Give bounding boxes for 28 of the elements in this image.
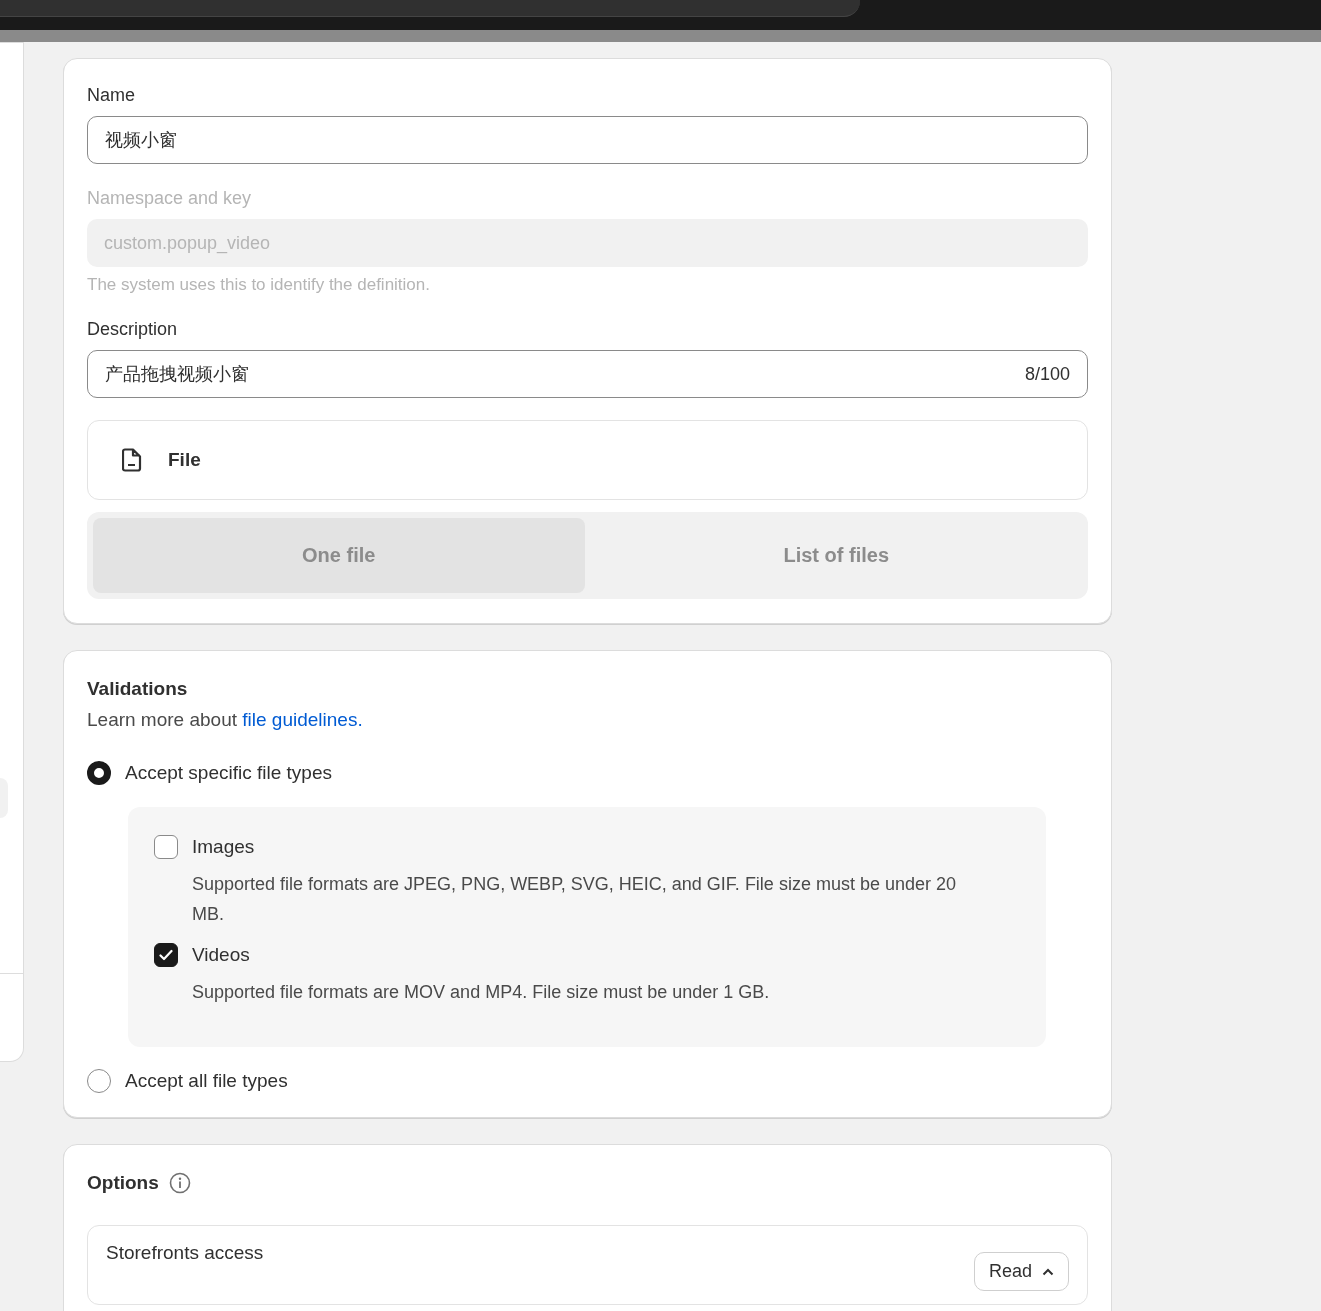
option-label: Storefronts access [106,1242,264,1264]
intro-text: Learn more about file guidelines. [87,709,364,731]
field-label: Description [87,318,179,341]
help-text: Supported file formats are MOV and MP4. File size must be under 1 GB. [192,981,771,1004]
type-label: File [168,449,201,471]
name-field[interactable]: 视频小窗 [87,116,1088,164]
guidelines-link[interactable]: file guidelines. [242,709,363,730]
help-text: Supported file formats are JPEG, PNG, WEBP, SVG, HEIC, and GIF. File size must be under 20 MB. [192,873,957,926]
section-title: Options [87,1171,159,1195]
character-count: 8/100 [1024,363,1070,385]
description-field[interactable]: 产品拖拽视频小窗 8/100 [87,350,1088,398]
radio-label: Accept all file types [125,1070,288,1092]
section-title: Validations [87,677,189,701]
field-label: Namespace and key [87,187,253,210]
checkmark-icon [159,949,173,961]
checkbox[interactable] [154,943,178,967]
caret-icon [1042,1267,1054,1276]
file-icon [122,448,142,472]
checkbox-label: Images [192,836,255,858]
checkbox[interactable] [154,835,178,859]
radio-label: Accept specific file types [125,762,332,784]
radio-button[interactable] [87,761,111,785]
help-text: The system uses this to identify the definition. [87,275,431,295]
checkbox-label: Videos [192,944,250,966]
field-label: Name [87,84,136,107]
access-dropdown[interactable]: Read [973,1252,1069,1291]
info-icon[interactable] [168,1172,191,1194]
radio-button[interactable] [87,1069,111,1093]
